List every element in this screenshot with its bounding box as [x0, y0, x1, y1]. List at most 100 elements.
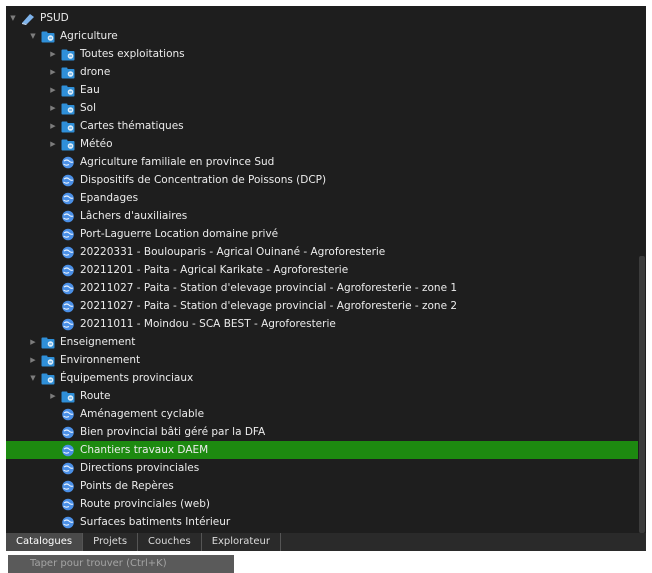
tree-layer-20220331-boulouparis[interactable]: 20220331 - Boulouparis - Agrical Ouinané… [6, 243, 638, 261]
tree-folder-route[interactable]: ▶ Route [6, 387, 638, 405]
folder-icon [41, 31, 55, 42]
catalog-tree: ▼ PSUD ▼ Agriculture ▶ Toutes exploitations ▶ d… [6, 6, 638, 533]
layer-icon [62, 282, 74, 294]
tree-item-label: Surfaces batiments Intérieur [80, 516, 231, 528]
tab-explorateur[interactable]: Explorateur [202, 533, 281, 551]
tree-layer-route-provinciales-web[interactable]: Route provinciales (web) [6, 495, 638, 513]
tree-layer-directions-provinciales[interactable]: Directions provinciales [6, 459, 638, 477]
tree-layer-epandages[interactable]: Epandages [6, 189, 638, 207]
expand-arrow-right-icon[interactable]: ▶ [28, 338, 38, 346]
tree-folder-toutes-exploitations[interactable]: ▶ Toutes exploitations [6, 45, 638, 63]
tree-folder-meteo[interactable]: ▶ Météo [6, 135, 638, 153]
tree-folder-environnement[interactable]: ▶ Environnement [6, 351, 638, 369]
tree-folder-eau[interactable]: ▶ Eau [6, 81, 638, 99]
expand-arrow-right-icon[interactable]: ▶ [48, 50, 58, 58]
tree-folder-equipements-provinciaux[interactable]: ▼ Équipements provinciaux [6, 369, 638, 387]
tab-projets[interactable]: Projets [83, 533, 139, 551]
expand-arrow-right-icon[interactable]: ▶ [28, 356, 38, 364]
tree-item-label: Route provinciales (web) [80, 498, 210, 510]
tree-layer-amenagement-cyclable[interactable]: Aménagement cyclable [6, 405, 638, 423]
catalog-panel: ▼ PSUD ▼ Agriculture ▶ Toutes exploitations ▶ d… [6, 6, 646, 533]
tree-folder-cartes-thematiques[interactable]: ▶ Cartes thématiques [6, 117, 638, 135]
tree-folder-drone[interactable]: ▶ drone [6, 63, 638, 81]
folder-icon [61, 103, 75, 114]
expand-arrow-down-icon[interactable]: ▼ [8, 14, 18, 22]
expand-arrow-right-icon[interactable]: ▶ [48, 68, 58, 76]
expand-arrow-down-icon[interactable]: ▼ [28, 374, 38, 382]
tree-item-label: Enseignement [60, 336, 136, 348]
tree-item-label: Port-Laguerre Location domaine privé [80, 228, 279, 240]
layer-icon [62, 480, 74, 492]
layer-icon [62, 318, 74, 330]
tree-item-label: Cartes thématiques [80, 120, 184, 132]
tree-layer-bien-provincial[interactable]: Bien provincial bâti géré par la DFA [6, 423, 638, 441]
expand-arrow-right-icon[interactable]: ▶ [48, 392, 58, 400]
layer-icon [62, 246, 74, 258]
tree-item-label: Agriculture familiale en province Sud [80, 156, 275, 168]
layer-icon [62, 300, 74, 312]
tree-layer-chantiers-travaux-daem[interactable]: Chantiers travaux DAEM [6, 441, 638, 459]
tree-item-label: PSUD [40, 12, 69, 24]
tree-item-label: Route [80, 390, 111, 402]
scrollbar-thumb[interactable] [639, 256, 645, 533]
tree-layer-lachers-auxiliaires[interactable]: Lâchers d'auxiliaires [6, 207, 638, 225]
folder-icon [61, 121, 75, 132]
expand-arrow-down-icon[interactable]: ▼ [28, 32, 38, 40]
search-input[interactable]: Taper pour trouver (Ctrl+K) [8, 555, 234, 573]
tree-layer-port-laguerre[interactable]: Port-Laguerre Location domaine privé [6, 225, 638, 243]
expand-arrow-right-icon[interactable]: ▶ [48, 104, 58, 112]
tree-layer-agriculture-familiale[interactable]: Agriculture familiale en province Sud [6, 153, 638, 171]
vertical-scrollbar[interactable] [638, 6, 646, 533]
tree-item-label: Météo [80, 138, 113, 150]
folder-icon [61, 67, 75, 78]
layer-icon [62, 228, 74, 240]
tree-folder-agriculture[interactable]: ▼ Agriculture [6, 27, 638, 45]
tree-item-label: Aménagement cyclable [80, 408, 205, 420]
folder-icon [41, 355, 55, 366]
tree-layer-20211011-moindou[interactable]: 20211011 - Moindou - SCA BEST - Agrofore… [6, 315, 638, 333]
tree-folder-enseignement[interactable]: ▶ Enseignement [6, 333, 638, 351]
layer-icon [62, 174, 74, 186]
tab-couches[interactable]: Couches [138, 533, 202, 551]
tree-layer-points-de-reperes[interactable]: Points de Repères [6, 477, 638, 495]
layer-icon [62, 516, 74, 528]
layer-icon [62, 498, 74, 510]
tree-item-label: 20211027 - Paita - Station d'elevage pro… [80, 282, 458, 294]
tree-item-label: 20211027 - Paita - Station d'elevage pro… [80, 300, 458, 312]
layer-icon [62, 264, 74, 276]
layer-icon [62, 210, 74, 222]
tree-item-label: Environnement [60, 354, 141, 366]
tree-layer-dcp[interactable]: Dispositifs de Concentration de Poissons… [6, 171, 638, 189]
expand-arrow-right-icon[interactable]: ▶ [48, 122, 58, 130]
tree-item-label: Sol [80, 102, 97, 114]
tree-item-label: drone [80, 66, 111, 78]
tree-item-label: Eau [80, 84, 100, 96]
tree-item-label: 20211011 - Moindou - SCA BEST - Agrofore… [80, 318, 336, 330]
layer-icon [62, 426, 74, 438]
tree-item-label: Directions provinciales [80, 462, 200, 474]
folder-icon [41, 337, 55, 348]
tree-layer-surfaces-batiments[interactable]: Surfaces batiments Intérieur [6, 513, 638, 531]
expand-arrow-right-icon[interactable]: ▶ [48, 140, 58, 148]
tree-root-psud[interactable]: ▼ PSUD [6, 9, 638, 27]
layer-icon [62, 408, 74, 420]
globe-icon [22, 13, 34, 25]
tree-item-label: Dispositifs de Concentration de Poissons… [80, 174, 327, 186]
tab-catalogues[interactable]: Catalogues [6, 533, 84, 551]
layer-icon [62, 156, 74, 168]
bottom-tab-bar: Catalogues Projets Couches Explorateur [6, 533, 646, 551]
tree-item-label: Agriculture [60, 30, 118, 42]
tree-item-label: 20211201 - Paita - Agrical Karikate - Ag… [80, 264, 349, 276]
tree-item-label: Équipements provinciaux [60, 372, 194, 384]
tree-layer-20211027-paita-zone1[interactable]: 20211027 - Paita - Station d'elevage pro… [6, 279, 638, 297]
folder-icon [41, 373, 55, 384]
expand-arrow-right-icon[interactable]: ▶ [48, 86, 58, 94]
folder-icon [61, 139, 75, 150]
tree-layer-20211027-paita-zone2[interactable]: 20211027 - Paita - Station d'elevage pro… [6, 297, 638, 315]
layer-icon [62, 444, 74, 456]
tree-folder-sol[interactable]: ▶ Sol [6, 99, 638, 117]
tree-layer-20211201-paita[interactable]: 20211201 - Paita - Agrical Karikate - Ag… [6, 261, 638, 279]
tree-item-label: Toutes exploitations [80, 48, 185, 60]
tree-item-label: Lâchers d'auxiliaires [80, 210, 188, 222]
folder-icon [61, 49, 75, 60]
